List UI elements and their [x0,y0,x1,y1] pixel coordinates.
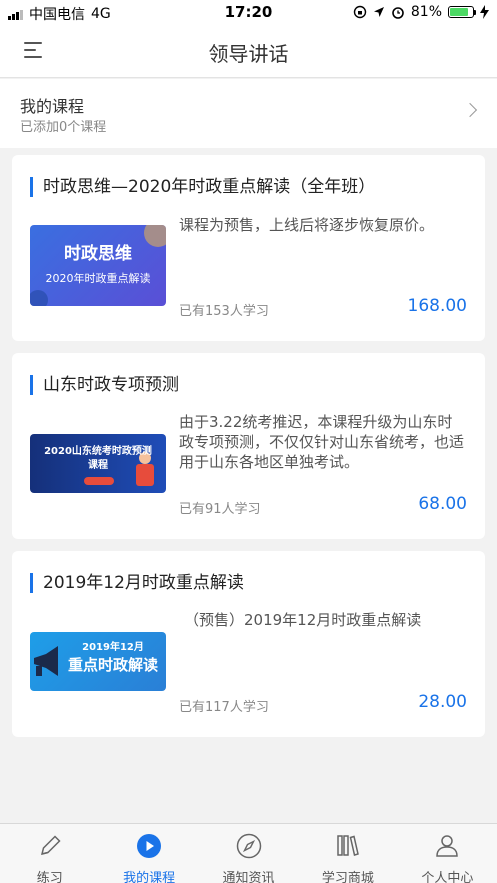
tab-label: 我的课程 [123,871,176,883]
thumbnail-title: 2019年12月 [82,642,144,653]
course-title: 时政思维—2020年时政重点解读（全年班） [30,177,375,197]
course-title: 2019年12月时政重点解读 [30,573,244,593]
nav-bar: 领导讲话 [0,24,497,78]
thumbnail-subtitle: 2020年时政重点解读 [45,272,151,285]
learner-count: 已有153人学习 [179,304,269,319]
course-price: 28.00 [418,692,467,712]
status-bar: 中国电信 4G 17:20 81% [0,0,497,24]
my-course-subtitle: 已添加0个课程 [20,120,107,135]
course-price: 68.00 [418,494,467,514]
location-icon [373,7,384,17]
rotation-lock-icon [353,5,367,19]
tab-news[interactable]: 通知资讯 [199,824,298,883]
tab-label: 学习商城 [321,871,374,883]
course-thumbnail: 2019年12月 重点时政解读 [30,632,166,691]
tab-profile[interactable]: 个人中心 [398,824,497,883]
course-thumbnail: 2020山东统考时政预测 课程 [30,434,166,493]
charging-icon [480,5,489,19]
thumbnail-title: 时政思维 [64,244,132,264]
my-course-title: 我的课程 [20,97,85,116]
tab-label: 通知资讯 [222,871,275,883]
page-title: 领导讲话 [208,42,289,66]
learner-count: 已有91人学习 [179,502,261,517]
my-course-row[interactable]: 我的课程 已添加0个课程 [0,79,497,148]
course-price: 168.00 [407,296,467,316]
compass-icon [236,833,261,859]
chevron-right-icon [462,102,478,118]
course-card[interactable]: 山东时政专项预测 2020山东统考时政预测 课程 由于3.22统考推迟，本课程升… [12,353,485,539]
tab-label: 个人中心 [421,871,474,883]
person-icon [436,835,459,857]
books-icon [337,835,359,856]
thumbnail-decoration [30,225,166,306]
alarm-icon [392,7,404,19]
battery-fill [450,8,468,16]
status-right: 81% [353,4,489,20]
pencil-icon [40,835,61,856]
battery-percent: 81% [410,4,442,20]
course-description: 课程为预售，上线后将逐步恢复原价。 [179,216,435,234]
learner-count: 已有117人学习 [179,700,269,715]
play-icon [137,834,162,858]
tab-bar: 练习 我的课程 通知资讯 学习商城 个人中心 [0,823,497,883]
tab-practice[interactable]: 练习 [0,824,99,883]
thumbnail-subtitle: 重点时政解读 [67,656,158,674]
course-description: 由于3.22统考推迟，本课程升级为山东时政专项预测，不仅仅针对山东省统考，也适用… [179,413,465,471]
thumbnail-subtitle: 课程 [88,460,108,471]
course-card[interactable]: 2019年12月时政重点解读 2019年12月 重点时政解读 （预售）2019年… [12,551,485,737]
course-thumbnail: 时政思维 2020年时政重点解读 [30,225,166,306]
thumbnail-title: 2020山东统考时政预测 [44,446,152,457]
course-title: 山东时政专项预测 [30,375,179,395]
battery-icon [448,6,476,18]
tab-store[interactable]: 学习商城 [298,824,397,883]
tab-my-courses[interactable]: 我的课程 [99,824,198,883]
course-description: （预售）2019年12月时政重点解读 [184,611,422,629]
course-card[interactable]: 时政思维—2020年时政重点解读（全年班） 时政思维 2020年时政重点解读 课… [12,155,485,341]
tab-label: 练习 [36,871,63,883]
